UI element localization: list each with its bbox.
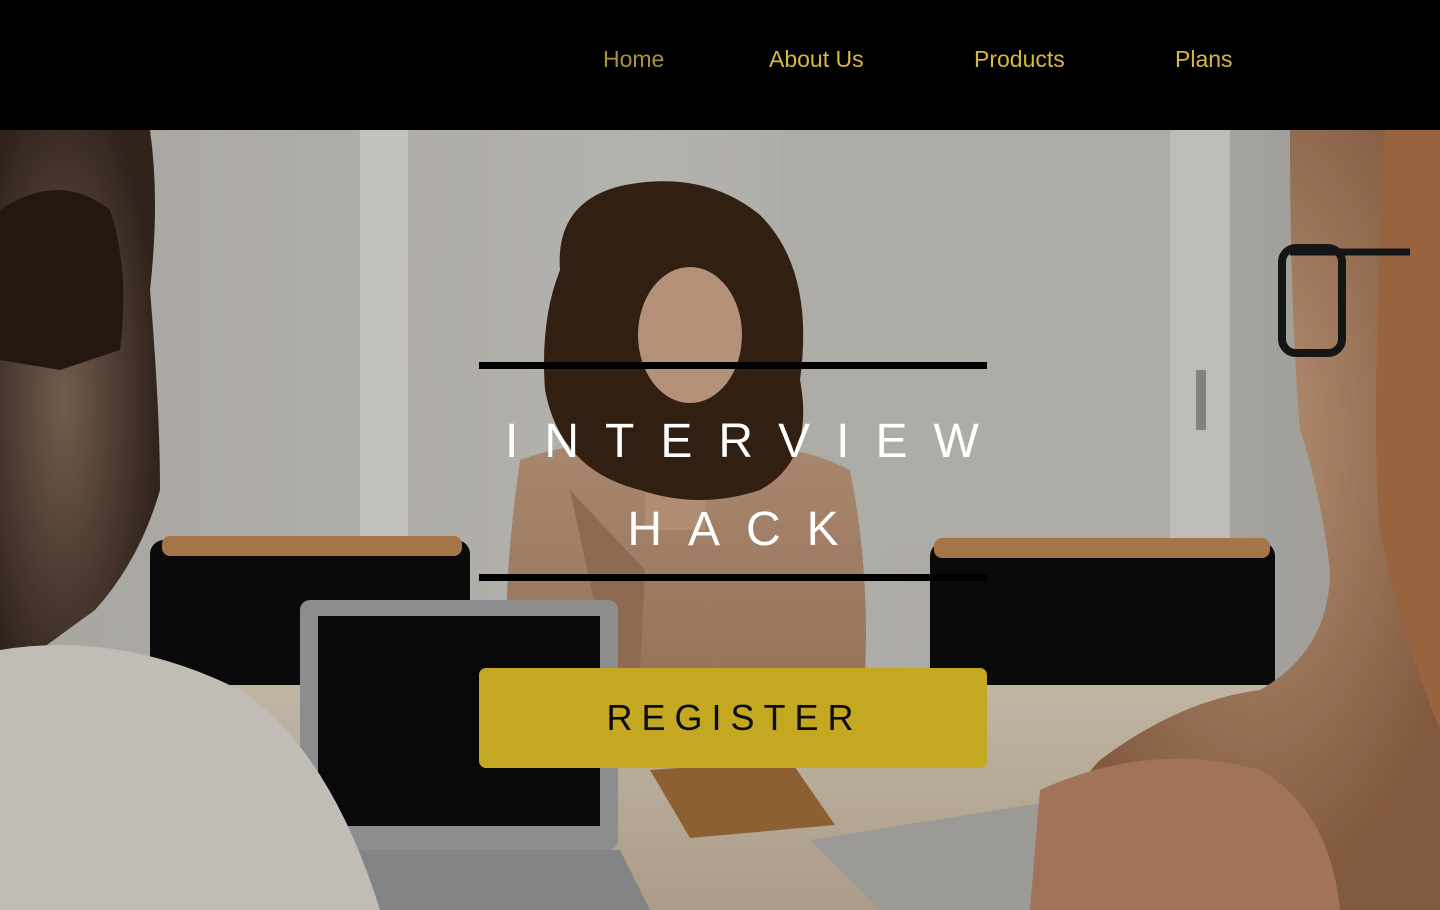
headline-line-2: HACK bbox=[627, 503, 865, 556]
hero-section: INTERVIEW HACK REGISTER bbox=[0, 130, 1440, 910]
nav-link-products[interactable]: Products bbox=[974, 44, 1065, 74]
headline-top-rule bbox=[479, 362, 987, 369]
nav-link-about-us[interactable]: About Us bbox=[769, 44, 864, 74]
nav-link-plans[interactable]: Plans bbox=[1175, 44, 1233, 74]
top-navigation-bar: Home About Us Products Plans bbox=[0, 0, 1440, 130]
headline-line-1: INTERVIEW bbox=[505, 415, 1005, 468]
nav-link-home[interactable]: Home bbox=[603, 44, 664, 74]
headline-bottom-rule bbox=[479, 574, 987, 581]
register-button[interactable]: REGISTER bbox=[479, 668, 987, 768]
